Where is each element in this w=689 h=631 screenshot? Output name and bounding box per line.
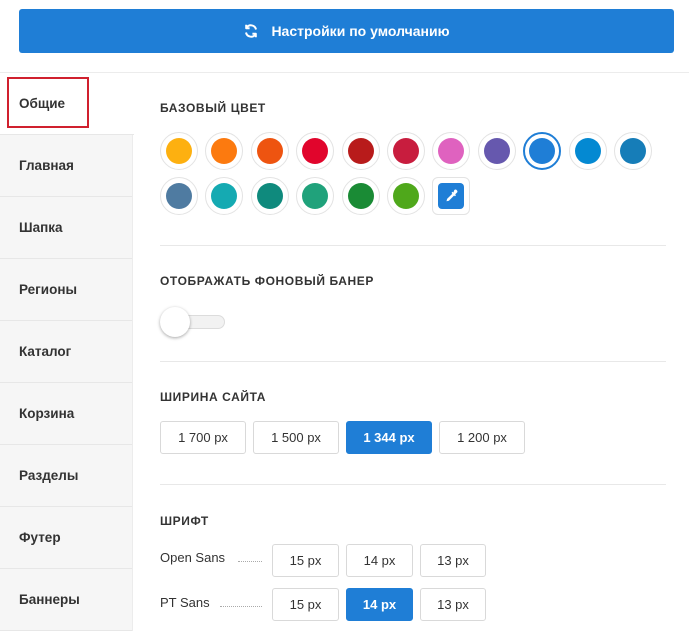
sidebar-item-regions[interactable]: Регионы xyxy=(0,259,132,321)
color-swatch[interactable] xyxy=(341,132,380,170)
color-swatch[interactable] xyxy=(250,132,289,170)
color-swatch-fill xyxy=(302,183,329,209)
toggle-knob xyxy=(160,307,190,337)
color-swatch-fill xyxy=(256,183,283,209)
color-swatch-fill xyxy=(302,138,329,164)
color-swatch[interactable] xyxy=(160,177,198,215)
section-divider xyxy=(160,361,666,362)
color-swatch-fill xyxy=(211,183,238,209)
font-name-pt-sans: PT Sans xyxy=(160,595,210,610)
width-option-1700[interactable]: 1 700 px xyxy=(160,421,246,454)
sidebar-item-cart[interactable]: Корзина xyxy=(0,383,132,445)
base-color-title: БАЗОВЫЙ ЦВЕТ xyxy=(160,101,266,115)
color-swatch[interactable] xyxy=(341,177,380,215)
banner-title: ОТОБРАЖАТЬ ФОНОВЫЙ БАНЕР xyxy=(160,274,374,288)
color-swatch[interactable] xyxy=(568,132,607,170)
sidebar-item-label: Шапка xyxy=(19,220,63,235)
refresh-icon xyxy=(243,23,259,39)
color-swatch-fill xyxy=(393,138,419,164)
custom-color-button[interactable] xyxy=(432,177,471,215)
section-divider xyxy=(160,245,666,246)
color-swatch-fill xyxy=(166,183,192,209)
color-swatch[interactable] xyxy=(160,132,198,170)
color-swatch-fill xyxy=(347,138,374,164)
color-swatch[interactable] xyxy=(387,132,425,170)
color-swatch-fill xyxy=(438,138,465,164)
sidebar-item-label: Футер xyxy=(19,530,61,545)
color-swatch[interactable] xyxy=(614,132,652,170)
color-swatch[interactable] xyxy=(477,132,516,170)
leader-dots xyxy=(238,561,262,562)
color-swatch-fill xyxy=(483,138,510,164)
sidebar-item-sections[interactable]: Разделы xyxy=(0,445,132,507)
pt-sans-size-14[interactable]: 14 px xyxy=(346,588,413,621)
settings-sidebar: Общие Главная Шапка Регионы Каталог Корз… xyxy=(0,73,134,631)
width-option-1200[interactable]: 1 200 px xyxy=(439,421,525,454)
color-swatch[interactable] xyxy=(432,132,471,170)
color-swatch[interactable] xyxy=(296,177,335,215)
site-width-title: ШИРИНА САЙТА xyxy=(160,390,267,404)
section-divider xyxy=(160,484,666,485)
sidebar-item-label: Общие xyxy=(19,96,66,111)
color-swatch[interactable] xyxy=(205,177,244,215)
color-swatch-fill xyxy=(620,138,646,164)
eyedropper-icon xyxy=(438,183,465,209)
color-swatch-fill xyxy=(529,138,556,164)
open-sans-size-13[interactable]: 13 px xyxy=(420,544,486,577)
color-swatch[interactable] xyxy=(523,132,562,170)
width-option-1344[interactable]: 1 344 px xyxy=(346,421,432,454)
font-title: ШРИФТ xyxy=(160,514,209,528)
color-swatch-fill xyxy=(393,183,419,209)
color-swatch-fill xyxy=(574,138,601,164)
sidebar-item-label: Главная xyxy=(19,158,74,173)
pt-sans-size-15[interactable]: 15 px xyxy=(272,588,339,621)
color-swatch[interactable] xyxy=(296,132,335,170)
sidebar-item-home[interactable]: Главная xyxy=(0,135,132,197)
sidebar-item-label: Регионы xyxy=(19,282,78,297)
sidebar-item-footer[interactable]: Футер xyxy=(0,507,132,569)
reset-defaults-button[interactable]: Настройки по умолчанию xyxy=(19,9,674,53)
width-option-1500[interactable]: 1 500 px xyxy=(253,421,339,454)
sidebar-item-label: Каталог xyxy=(19,344,72,359)
color-swatch[interactable] xyxy=(250,177,289,215)
color-swatch-fill xyxy=(347,183,374,209)
color-swatch-fill xyxy=(211,138,238,164)
color-swatch-fill xyxy=(256,138,283,164)
color-swatch[interactable] xyxy=(205,132,244,170)
leader-dots xyxy=(220,606,262,607)
color-swatch-fill xyxy=(166,138,192,164)
open-sans-size-15[interactable]: 15 px xyxy=(272,544,339,577)
open-sans-size-14[interactable]: 14 px xyxy=(346,544,413,577)
banner-toggle[interactable] xyxy=(160,307,226,337)
color-swatch[interactable] xyxy=(387,177,425,215)
sidebar-item-general[interactable]: Общие xyxy=(0,73,134,135)
font-name-open-sans: Open Sans xyxy=(160,550,226,565)
top-bar: Настройки по умолчанию xyxy=(0,0,689,73)
sidebar-item-banners[interactable]: Баннеры xyxy=(0,569,132,631)
sidebar-item-label: Разделы xyxy=(19,468,79,483)
sidebar-item-label: Корзина xyxy=(19,406,75,421)
sidebar-item-header[interactable]: Шапка xyxy=(0,197,132,259)
sidebar-item-label: Баннеры xyxy=(19,592,80,607)
reset-defaults-label: Настройки по умолчанию xyxy=(271,23,450,39)
pt-sans-size-13[interactable]: 13 px xyxy=(420,588,486,621)
sidebar-item-catalog[interactable]: Каталог xyxy=(0,321,132,383)
